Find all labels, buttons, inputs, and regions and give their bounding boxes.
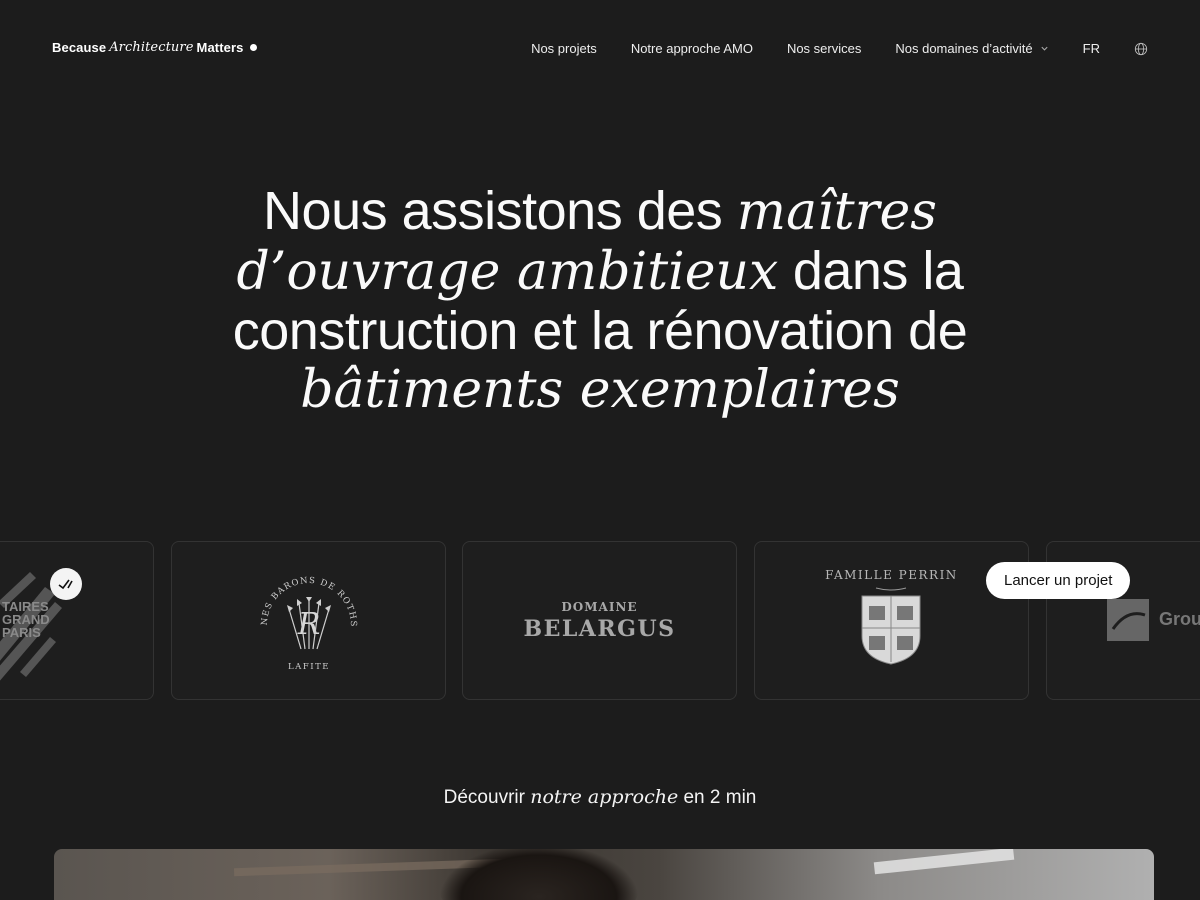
famille-perrin-logo: FAMILLE PERRIN [825, 568, 958, 670]
discover-approach-link[interactable]: Découvrir notre approche en 2 min [0, 786, 1200, 809]
nav-item-approche[interactable]: Notre approche AMO [631, 41, 753, 56]
domaines-barons-de-rothschild-logo: DOMAINES BARONS DE ROTHSCHILD LAFITE R [249, 561, 357, 672]
perrin-crest-icon [861, 587, 921, 665]
client-card: DOMAINES BARONS DE ROTHSCHILD LAFITE R [171, 541, 446, 700]
globe-button[interactable] [1134, 42, 1148, 56]
hero-line-2: d’ouvrage ambitieux dans la [0, 242, 1200, 302]
grand-paris-text: TAIRES GRAND PARIS [2, 599, 50, 640]
video-frame-detail [873, 849, 1015, 875]
nav-item-label: Nos services [786, 41, 862, 56]
hero-text: Nous assistons des [263, 181, 737, 241]
logo-word-because: Because [52, 40, 107, 55]
client-card: TAIRES GRAND PARIS [0, 541, 154, 700]
logo-word-architecture: Architecture [109, 40, 194, 55]
discover-text-italic: notre approche [530, 786, 679, 808]
groupe-logo-text: Grou [1159, 609, 1200, 629]
launch-project-button[interactable]: Lancer un projet [986, 562, 1131, 599]
discover-text: en 2 min [678, 787, 757, 808]
globe-icon [1134, 42, 1148, 55]
nav-item-label: Nos domaines d’activité [895, 41, 1033, 56]
client-card: DOMAINE BELARGUS [462, 541, 737, 700]
nav-item-services[interactable]: Nos services [787, 41, 861, 56]
language-selector[interactable]: FR [1083, 41, 1100, 56]
main-nav: Nos projets Notre approche AMO Nos servi… [531, 41, 1148, 56]
nav-item-label: Notre approche AMO [630, 41, 753, 56]
hero-text-italic: d’ouvrage ambitieux [236, 242, 779, 302]
verified-badge-icon [50, 568, 82, 600]
hero-heading: Nous assistons des maîtres d’ouvrage amb… [0, 182, 1200, 420]
nav-item-label: Nos projets [531, 41, 597, 56]
belargus-small-text: DOMAINE [561, 599, 638, 614]
logo-dot-icon [250, 44, 258, 51]
language-label: FR [1082, 41, 1100, 56]
perrin-text: FAMILLE PERRIN [825, 568, 958, 582]
nav-item-domaines[interactable]: Nos domaines d’activité [895, 41, 1048, 56]
belargus-big-text: BELARGUS [523, 615, 676, 642]
hero-text-italic: maîtres [736, 182, 937, 242]
hero-line-1: Nous assistons des maîtres [0, 182, 1200, 242]
logo-word-matters: Matters [196, 40, 244, 55]
nav-item-projets[interactable]: Nos projets [531, 41, 597, 56]
hero-line-3: construction et la rénovation de [232, 301, 968, 361]
client-card: FAMILLE PERRIN [754, 541, 1029, 700]
site-header: Because Architecture Matters Nos projets… [0, 0, 1200, 100]
chevron-down-icon [1041, 46, 1048, 51]
hero-line-4: bâtiments exemplaires [300, 360, 900, 420]
discover-text: Découvrir [443, 787, 531, 808]
lafite-text: LAFITE [288, 662, 330, 672]
video-frame-person [439, 849, 639, 900]
site-logo[interactable]: Because Architecture Matters [52, 40, 258, 55]
domaine-belargus-logo: DOMAINE BELARGUS [523, 600, 675, 642]
hero-text: dans la [778, 241, 964, 301]
groupe-logo-icon [1107, 599, 1149, 641]
video-player[interactable] [54, 849, 1154, 900]
